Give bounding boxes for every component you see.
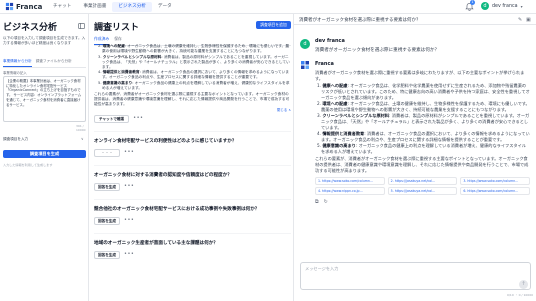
nav-business-plan[interactable]: 事業計画書 bbox=[77, 2, 112, 12]
assistant-name: Franca bbox=[315, 61, 334, 67]
source-link[interactable]: 4. https://www.nippn.co.jp... bbox=[315, 187, 385, 195]
regenerate-icon[interactable]: ↻ bbox=[324, 199, 328, 205]
research-list-content[interactable]: 2. 環境への配慮: オーガニック食品は、土壌の健康を維持し、生物多様性を保護す… bbox=[94, 44, 291, 301]
tab-from-research-file[interactable]: 調査ファイルから分析 bbox=[36, 59, 72, 67]
source-link[interactable]: 2. https://jasakuya.net/col... bbox=[387, 177, 458, 185]
left-panel: ビジネス分析 以下の項目を入力して調査項目を生成できます。入力する情報が多いほど… bbox=[0, 14, 89, 301]
source-links: 1. https://www.soko.com/column... 2. htt… bbox=[315, 177, 530, 195]
chat-header: 消費者がオーガニック食材を選ぶ際に重視する要素は何か？ ✎ ▣ bbox=[294, 14, 536, 25]
nav-business-analysis[interactable]: ビジネス分析 bbox=[112, 2, 152, 12]
question-text: 競合他社のオーガニック食材宅配サービスにおける成功事例や失敗事例は何か？ bbox=[94, 206, 260, 212]
question-text: 地域のオーガニック生産者が直面している主な課題は何か？ bbox=[94, 240, 218, 246]
user-name: dev franca bbox=[492, 3, 518, 9]
chevron-down-icon: ▾ bbox=[520, 3, 523, 9]
assistant-message: 消費者がオーガニック食材を選ぶ際に重視する要素は多岐にわたりますが、以下の主要な… bbox=[315, 70, 530, 205]
collapse-link[interactable]: 閉じる ∧ bbox=[94, 108, 291, 113]
source-link[interactable]: 1. https://www.soko.com/column... bbox=[315, 177, 385, 185]
research-list-panel: 調査リスト 調査項目を追加 作成済み 保存 2. 環境への配慮: オーガニック食… bbox=[89, 14, 294, 301]
more-options-icon[interactable]: ••• bbox=[124, 184, 134, 189]
question-actions: ・・・ ••• bbox=[94, 148, 291, 157]
answer-list-item: 3. クリーンラベルとシンプルな原材料: 消費者は、製品の原材料がシンプルである… bbox=[98, 54, 290, 69]
source-link[interactable]: 6. https://www.soko.com/column... bbox=[460, 187, 530, 195]
chevron-down-icon[interactable]: ∨ bbox=[81, 137, 84, 141]
generating-indicator: ・・・ bbox=[94, 148, 120, 157]
user-avatar: d bbox=[481, 2, 489, 10]
research-items-label[interactable]: 調査項目を入力 bbox=[3, 137, 28, 142]
left-panel-title: ビジネス分析 bbox=[3, 23, 58, 33]
top-bar: Franca チャット 事業計画書 ビジネス分析 データ 1 d dev fra… bbox=[0, 0, 536, 14]
chat-title: 消費者がオーガニック食材を選ぶ際に重視する要素は何か？ bbox=[299, 18, 421, 23]
generate-answer-button[interactable]: 回答を生成 bbox=[94, 182, 120, 191]
send-icon[interactable]: ↑ bbox=[519, 280, 528, 289]
franca-logo-icon bbox=[5, 2, 14, 11]
assistant-outro: これらの要素が、消費者がオーガニック食材を選ぶ際に重視する主要なポイントとなって… bbox=[315, 156, 529, 173]
answer-list-item: 4. 情報提供と消費者教育: 消費者は、オーガニック食品の選択において、より多く… bbox=[98, 70, 289, 79]
app-name: Franca bbox=[16, 2, 43, 11]
user-menu[interactable]: d dev franca ▾ bbox=[481, 2, 523, 10]
business-info-textarea[interactable]: 【企業の概要】本事業計画は、オーガニック食材に特化したオンライン食材宅配サービス… bbox=[3, 76, 86, 122]
chat-panel: 消費者がオーガニック食材を選ぶ際に重視する要素は何か？ ✎ ▣ d dev fr… bbox=[294, 14, 536, 301]
user-message: 消費者がオーガニック食材を選ぶ際に重視する要素は何か？ bbox=[315, 48, 440, 53]
app-logo[interactable]: Franca bbox=[5, 2, 42, 11]
question-text: オンライン食材宅配サービスの利便性はどのように感じていますか？ bbox=[94, 138, 237, 144]
answer-actions: チャットで確認 ••• bbox=[94, 114, 291, 123]
question-actions: 回答を生成 ••• bbox=[94, 250, 291, 259]
answer-list-item: 2. 環境への配慮: オーガニック食品は、土壌の健康を維持し、生物多様性を保護す… bbox=[317, 101, 530, 112]
business-info-char-count: 391 / 10000 bbox=[76, 124, 86, 132]
source-link[interactable]: 3. https://www.soko.com/column... bbox=[460, 177, 530, 185]
answer-list-item: 2. 環境への配慮: オーガニック食品は、土壌の健康を維持し、生物多様性を保護す… bbox=[98, 44, 290, 53]
business-info-label: 事業情報の記入 bbox=[3, 71, 27, 75]
generate-research-items-button[interactable]: 調査項目を生成 bbox=[3, 150, 86, 158]
assistant-intro: 消費者がオーガニック食材を選ぶ際に重視する要素は多岐にわたりますが、以下の主要な… bbox=[315, 70, 525, 81]
answer-list-item: 3. クリーンラベルとシンプルな原材料: 消費者は、製品の原材料がシンプルである… bbox=[317, 113, 530, 130]
question-actions: 回答を生成 ••• bbox=[94, 216, 291, 225]
question-text: オーガニック食材に対する消費者の認知度や信頼度はどの程度か？ bbox=[94, 172, 232, 178]
generate-note: 入力した情報を利用して生成します bbox=[3, 163, 53, 167]
answer-list-item: 1. 健康への配慮: オーガニック食品は、化学肥料や化学農薬を使用せずに生産され… bbox=[317, 83, 530, 100]
research-list-title: 調査リスト bbox=[94, 23, 140, 33]
sidebar-toggle-icon[interactable] bbox=[78, 23, 85, 29]
message-input-box[interactable]: メッセージを入力 ↑ bbox=[300, 262, 531, 290]
notification-badge: 1 bbox=[470, 0, 475, 5]
left-panel-description: 以下の項目を入力して調査項目を生成できます。入力する情報が多いほど精度は良くなり… bbox=[3, 36, 86, 45]
check-in-chat-button[interactable]: チャットで確認 bbox=[94, 114, 130, 123]
panel-toggle-icon[interactable]: ▣ bbox=[526, 17, 531, 23]
more-options-icon[interactable]: ••• bbox=[133, 116, 143, 121]
nav-data[interactable]: データ bbox=[152, 2, 178, 12]
more-options-icon[interactable]: ••• bbox=[124, 252, 134, 257]
left-tabs: 事業情報から分析 調査ファイルから分析 bbox=[3, 59, 86, 68]
message-input[interactable]: メッセージを入力 bbox=[305, 266, 338, 272]
question-item: 地域のオーガニック生産者が直面している主な課題は何か？ 回答を生成 ••• bbox=[94, 232, 291, 259]
message-author: dev franca bbox=[315, 38, 345, 44]
question-item: 競合他社のオーガニック食材宅配サービスにおける成功事例や失敗事例は何か？ 回答を… bbox=[94, 198, 291, 225]
more-options-icon[interactable]: ••• bbox=[124, 218, 134, 223]
answer-list-item: 5. 健康意識の高まり: オーガニック食品の健康上の利点を理解している消費者が増… bbox=[317, 143, 526, 154]
question-item: オーガニック食材に対する消費者の認知度や信頼度はどの程度か？ 回答を生成 ••• bbox=[94, 164, 291, 191]
edit-icon[interactable]: ✎ bbox=[518, 17, 522, 23]
message-char-count: 0/10 ・ 0 / 10000 bbox=[507, 293, 534, 297]
add-research-item-button[interactable]: 調査項目を追加 bbox=[256, 21, 291, 29]
main-nav: チャット 事業計画書 ビジネス分析 データ bbox=[47, 2, 178, 12]
question-item: オンライン食材宅配サービスの利便性はどのように感じていますか？ ・・・ ••• bbox=[94, 130, 291, 157]
answer-list-item: 4. 情報提供と消費者教育: 消費者は、オーガニック食品の選択において、より多く… bbox=[317, 131, 530, 142]
generate-answer-button[interactable]: 回答を生成 bbox=[94, 216, 120, 225]
question-actions: 回答を生成 ••• bbox=[94, 182, 291, 191]
nav-chat[interactable]: チャット bbox=[47, 2, 77, 12]
copy-icon[interactable]: ⧉ bbox=[315, 199, 319, 205]
generate-answer-button[interactable]: 回答を生成 bbox=[94, 250, 120, 259]
message-actions: ⧉ ↻ bbox=[315, 199, 530, 205]
answer-summary: これらの要素が、消費者がオーガニック食材を選ぶ際に重視する主要なポイントとなって… bbox=[94, 91, 290, 106]
answer-list-item: 5. 健康意識の高まり: オーガニック食品の健康上の利点を理解している消費者が増… bbox=[98, 80, 290, 90]
tab-from-business-info[interactable]: 事業情報から分析 bbox=[3, 59, 32, 67]
user-avatar: d bbox=[300, 39, 310, 49]
franca-logo-icon bbox=[301, 61, 309, 69]
more-options-icon[interactable]: ••• bbox=[124, 150, 134, 155]
source-link[interactable]: 5. https://jasakuya.net/col... bbox=[387, 187, 458, 195]
